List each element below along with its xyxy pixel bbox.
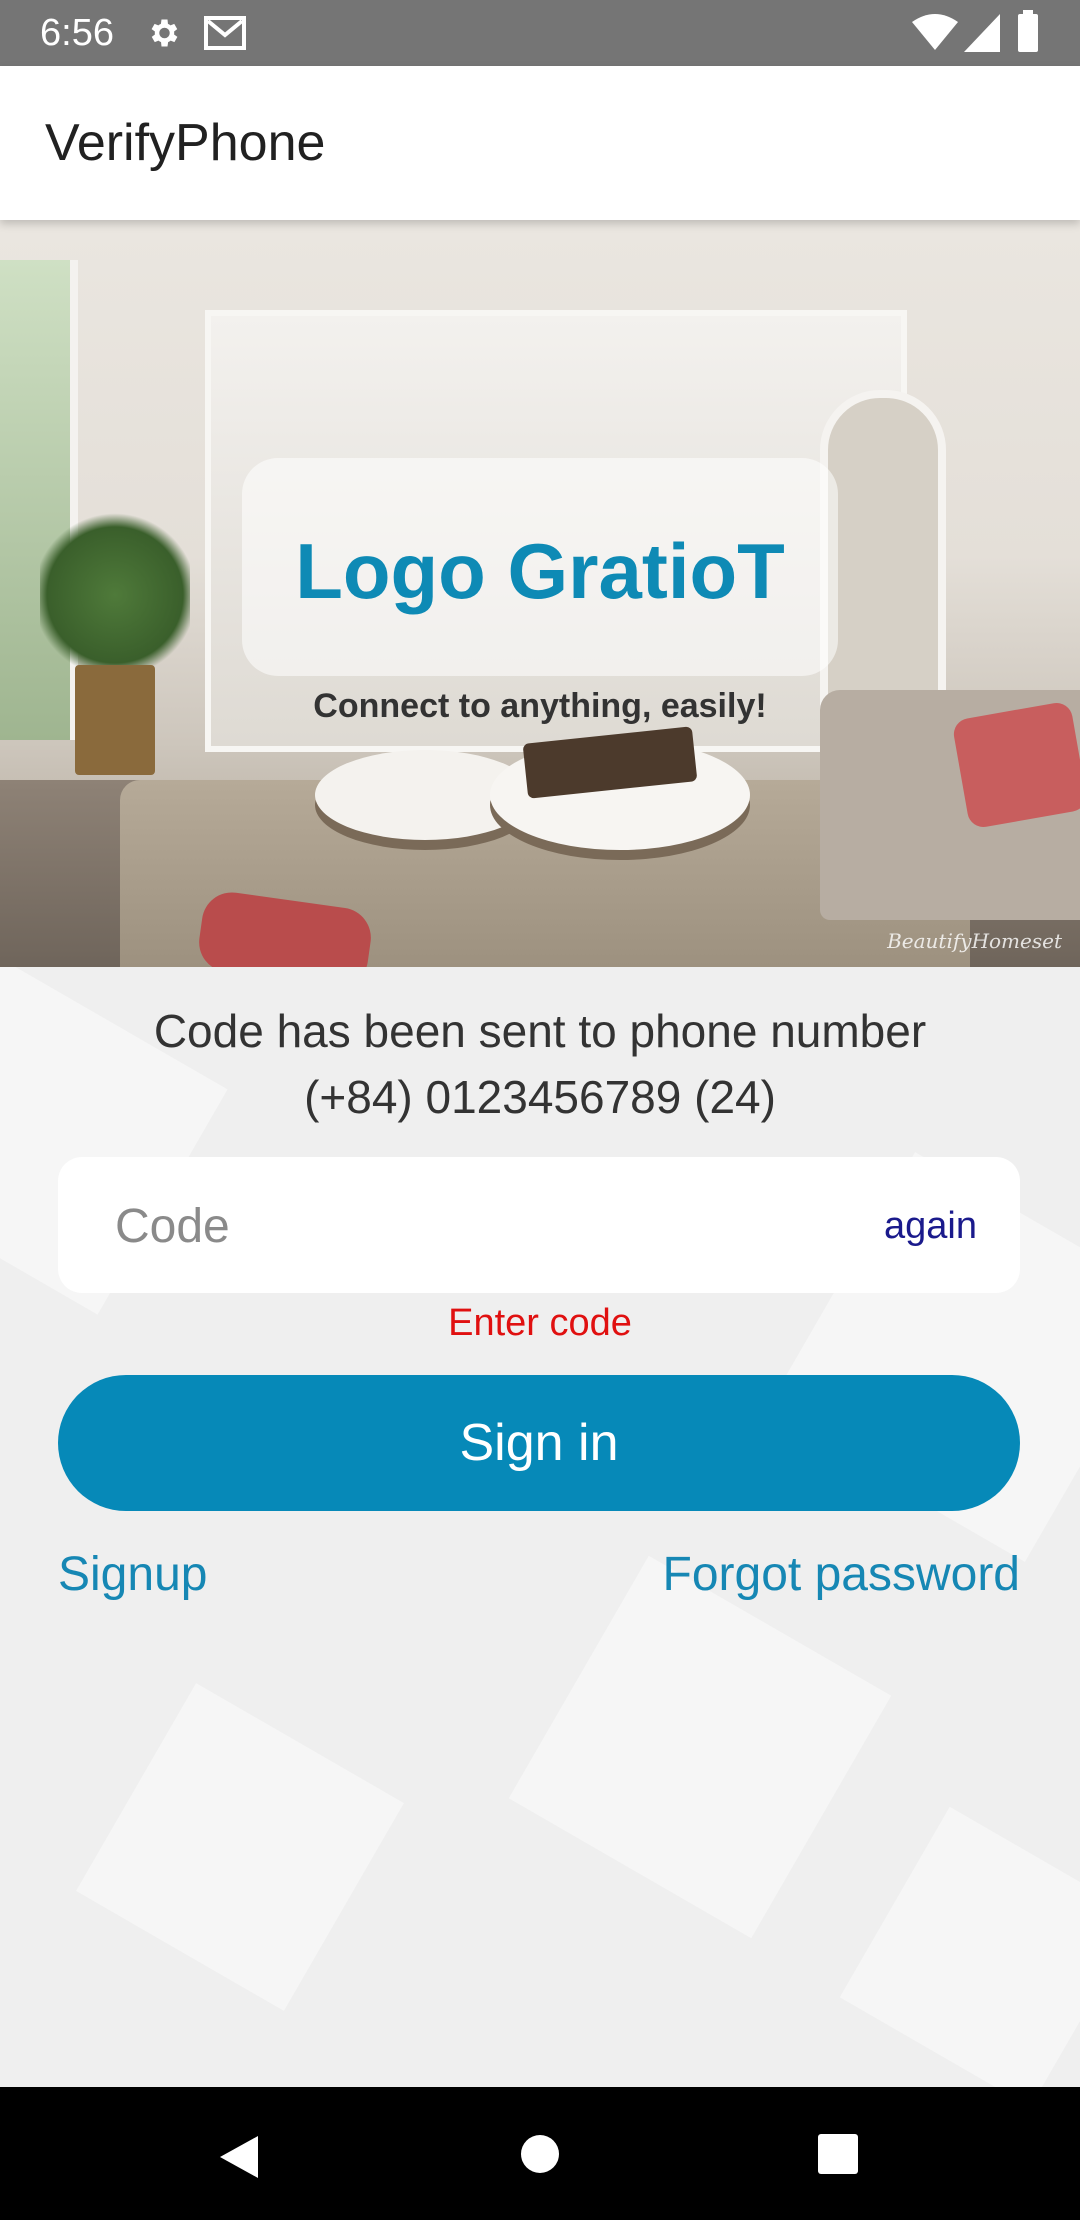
navigation-bar [0, 2087, 1080, 2220]
settings-icon [151, 19, 178, 47]
code-sent-line: Code has been sent to phone number [153, 1005, 927, 1057]
image-watermark: BeautifyHomeset [887, 929, 1062, 953]
signal-icon [964, 14, 1000, 52]
app-bar: VerifyPhone [0, 66, 1080, 220]
code-input[interactable] [113, 1157, 817, 1295]
sign-in-button[interactable]: Sign in [58, 1375, 1020, 1511]
forgot-password-link[interactable]: Forgot password [663, 1545, 1021, 1605]
bg-facet [76, 1683, 404, 2011]
code-error-text: Enter code [448, 1302, 632, 1344]
hero-plant [40, 510, 190, 680]
hero-arch [820, 390, 946, 726]
recents-icon[interactable] [818, 2134, 858, 2174]
battery-icon [1018, 10, 1038, 52]
hero-pot [75, 665, 155, 775]
back-icon[interactable] [218, 2134, 260, 2180]
wifi-icon [912, 14, 958, 50]
gmail-icon [204, 16, 246, 50]
bg-facet [839, 1806, 1080, 2087]
app-logo: Logo GratioT [295, 527, 785, 615]
phone-number-line: (+84) 0123456789 (24) [304, 1071, 776, 1123]
tagline: Connect to anything, easily! [313, 687, 767, 725]
page-title: VerifyPhone [45, 114, 326, 172]
code-sent-message: Code has been sent to phone number (+84)… [0, 998, 1080, 1130]
home-icon[interactable] [520, 2134, 560, 2174]
resend-again-link[interactable]: again [884, 1205, 977, 1247]
signup-link[interactable]: Signup [58, 1545, 207, 1605]
code-field: again [58, 1157, 1020, 1295]
status-bar: 6:56 [0, 0, 1080, 66]
bg-facet [508, 1555, 892, 1939]
hero-pillow [951, 700, 1080, 830]
status-time: 6:56 [40, 12, 114, 54]
content-background [0, 967, 1080, 2087]
